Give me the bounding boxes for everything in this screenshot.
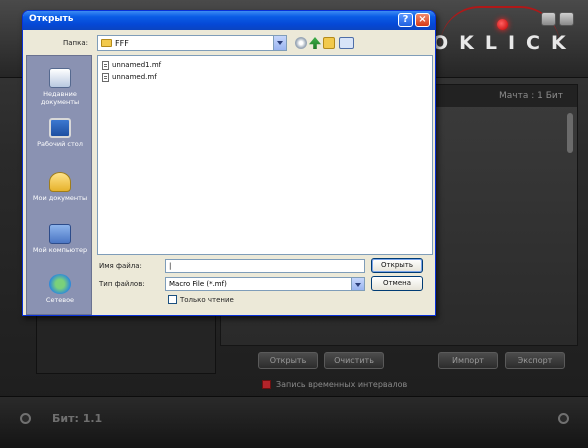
clear-macro-button[interactable]: Очистить [324, 352, 384, 369]
readonly-option[interactable]: Только чтение [168, 295, 234, 304]
app-footer: Бит: 1.1 [0, 396, 588, 448]
open-macro-button[interactable]: Открыть [258, 352, 318, 369]
file-list[interactable]: unnamed1.mf unnamed.mf [97, 55, 433, 255]
file-icon [102, 60, 109, 70]
place-label: Недавние документы [40, 90, 80, 106]
open-file-dialog: Открыть ? × Папка: FFF Недавние документ… [22, 10, 436, 316]
place-desktop[interactable]: Рабочий стол [27, 118, 93, 148]
file-name-label: Имя файла: [99, 262, 142, 270]
place-recent-documents[interactable]: Недавние документы [27, 68, 93, 106]
network-icon [49, 274, 71, 294]
place-my-documents[interactable]: Мои документы [27, 172, 93, 202]
brand-logo: OKLICK [432, 32, 577, 54]
cancel-button[interactable]: Отмена [371, 276, 423, 291]
my-documents-icon [49, 172, 71, 192]
place-label: Мои документы [32, 194, 88, 202]
back-icon[interactable] [295, 37, 307, 49]
places-bar: Недавние документы Рабочий стол Мои доку… [26, 55, 92, 315]
minimize-button[interactable] [541, 12, 556, 26]
panel-scrollbar[interactable] [567, 113, 573, 153]
import-button[interactable]: Импорт [438, 352, 498, 369]
look-in-dropdown[interactable]: FFF [97, 35, 287, 51]
dialog-title: Открыть [29, 14, 74, 24]
file-type-value: Macro File (*.mf) [169, 280, 227, 288]
list-item[interactable]: unnamed.mf [102, 72, 157, 82]
record-intervals-checkbox[interactable] [262, 379, 271, 389]
views-menu-icon[interactable] [339, 37, 354, 49]
up-folder-icon[interactable] [309, 37, 321, 49]
chevron-down-icon[interactable] [351, 278, 364, 290]
file-icon [102, 72, 109, 82]
place-my-computer[interactable]: Мой компьютер [27, 224, 93, 254]
readonly-label: Только чтение [180, 295, 234, 304]
place-label: Сетевое [45, 296, 75, 304]
place-label: Рабочий стол [37, 140, 83, 148]
look-in-label: Папка: [63, 39, 89, 47]
export-button[interactable]: Экспорт [505, 352, 565, 369]
file-name: unnamed.mf [112, 73, 157, 81]
record-intervals-label: Запись временных интервалов [276, 379, 408, 389]
brand-dot-icon [497, 19, 508, 30]
status-text: Бит: 1.1 [52, 412, 103, 425]
file-name-input[interactable]: | [165, 259, 365, 273]
my-computer-icon [49, 224, 71, 244]
record-intervals-option[interactable]: Запись временных интервалов [262, 378, 407, 390]
file-name: unnamed1.mf [112, 61, 162, 69]
left-knob-icon [20, 413, 31, 424]
folder-icon [101, 39, 112, 47]
right-knob-icon [558, 413, 569, 424]
file-type-dropdown[interactable]: Macro File (*.mf) [165, 277, 365, 291]
desktop-icon [49, 118, 71, 138]
close-button[interactable] [559, 12, 574, 26]
new-folder-icon[interactable] [323, 37, 335, 49]
place-network[interactable]: Сетевое [27, 274, 93, 304]
dialog-titlebar[interactable]: Открыть ? × [23, 11, 435, 30]
macro-preview-panel [36, 314, 216, 374]
chevron-down-icon[interactable] [273, 36, 286, 50]
place-label: Мой компьютер [32, 246, 88, 254]
readonly-checkbox[interactable] [168, 295, 177, 304]
dialog-close-button[interactable]: × [415, 13, 430, 27]
recent-documents-icon [49, 68, 71, 88]
file-type-label: Тип файлов: [99, 280, 145, 288]
list-item[interactable]: unnamed1.mf [102, 60, 161, 70]
look-in-value: FFF [115, 38, 129, 48]
panel-header-label: Мачта : 1 Бит [499, 91, 563, 101]
open-button[interactable]: Открыть [371, 258, 423, 273]
help-button[interactable]: ? [398, 13, 413, 27]
